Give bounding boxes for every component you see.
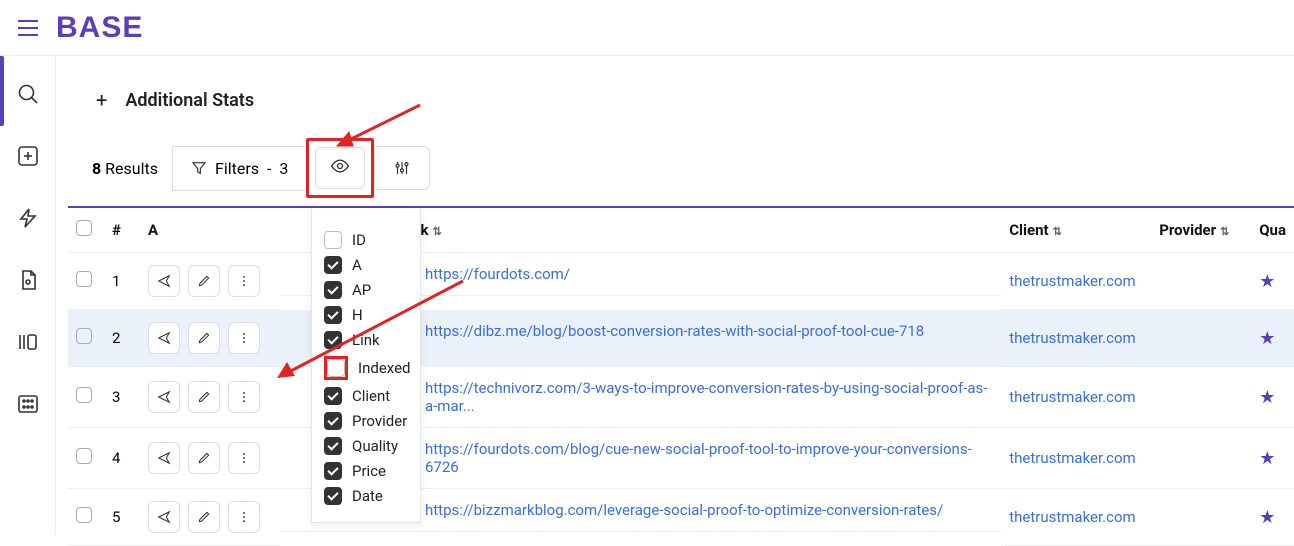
brand-logo: BASE: [56, 11, 143, 45]
row-client[interactable]: thetrustmaker.com: [1009, 508, 1135, 526]
option-label: Date: [352, 487, 383, 505]
star-icon[interactable]: ★: [1259, 507, 1275, 528]
row-link[interactable]: https://dibz.me/blog/boost-conversion-ra…: [425, 322, 924, 340]
option-label: A: [352, 256, 362, 274]
row-client[interactable]: thetrustmaker.com: [1009, 329, 1135, 347]
document-icon[interactable]: [14, 266, 42, 294]
table-row[interactable]: 1 https://fourdots.com/ thetrustmaker.co…: [68, 253, 1294, 310]
sidebar: [0, 56, 56, 535]
more-button[interactable]: [228, 381, 260, 413]
edit-button[interactable]: [188, 381, 220, 413]
row-number: 2: [104, 310, 140, 367]
option-checkbox[interactable]: [324, 437, 342, 455]
column-option[interactable]: Date: [324, 487, 408, 505]
column-option[interactable]: Quality: [324, 437, 408, 455]
option-checkbox[interactable]: [324, 412, 342, 430]
column-option[interactable]: A: [324, 256, 408, 274]
more-button[interactable]: [228, 442, 260, 474]
col-a[interactable]: A: [140, 208, 280, 253]
star-icon[interactable]: ★: [1259, 387, 1275, 408]
row-checkbox[interactable]: [76, 387, 92, 403]
send-button[interactable]: [148, 501, 180, 533]
annotation-arrow-2: [273, 276, 473, 390]
plus-icon: +: [96, 88, 107, 112]
edit-button[interactable]: [188, 265, 220, 297]
row-number: 1: [104, 253, 140, 310]
flash-icon[interactable]: [14, 204, 42, 232]
col-provider[interactable]: Provider⇅: [1151, 208, 1251, 253]
edit-button[interactable]: [188, 322, 220, 354]
send-button[interactable]: [148, 265, 180, 297]
table-row[interactable]: 2 https://dibz.me/blog/boost-conversion-…: [68, 310, 1294, 367]
column-option[interactable]: Provider: [324, 412, 408, 430]
edit-button[interactable]: [188, 501, 220, 533]
more-button[interactable]: [228, 322, 260, 354]
more-button[interactable]: [228, 265, 260, 297]
col-quality[interactable]: Qua: [1251, 208, 1294, 253]
select-all-checkbox[interactable]: [76, 220, 92, 236]
star-icon[interactable]: ★: [1259, 328, 1275, 349]
col-hash[interactable]: #: [104, 208, 140, 253]
send-button[interactable]: [148, 381, 180, 413]
option-label: Quality: [352, 437, 398, 455]
grid-icon[interactable]: [14, 390, 42, 418]
row-link[interactable]: https://bizzmarkblog.com/leverage-social…: [425, 501, 943, 519]
more-button[interactable]: [228, 501, 260, 533]
row-checkbox[interactable]: [76, 328, 92, 344]
search-icon[interactable]: [14, 80, 42, 108]
add-icon[interactable]: [14, 142, 42, 170]
row-checkbox[interactable]: [76, 448, 92, 464]
send-button[interactable]: [148, 442, 180, 474]
option-checkbox[interactable]: [324, 231, 342, 249]
option-checkbox[interactable]: [324, 487, 342, 505]
table-row[interactable]: 5 https://bizzmarkblog.com/leverage-soci…: [68, 489, 1294, 546]
table-row[interactable]: 4 https://fourdots.com/blog/cue-new-soci…: [68, 428, 1294, 489]
row-number: 5: [104, 489, 140, 546]
results-count: 8 Results: [78, 159, 172, 178]
option-label: Provider: [352, 412, 407, 430]
row-link[interactable]: https://fourdots.com/blog/cue-new-social…: [425, 440, 993, 476]
row-checkbox[interactable]: [76, 507, 92, 523]
row-number: 3: [104, 367, 140, 428]
edit-button[interactable]: [188, 442, 220, 474]
row-number: 4: [104, 428, 140, 489]
star-icon[interactable]: ★: [1259, 448, 1275, 469]
star-icon[interactable]: ★: [1259, 271, 1275, 292]
option-checkbox[interactable]: [324, 462, 342, 480]
menu-icon[interactable]: [18, 20, 38, 36]
option-label: Price: [352, 462, 386, 480]
column-option[interactable]: ID: [324, 231, 408, 249]
row-client[interactable]: thetrustmaker.com: [1009, 388, 1135, 406]
annotation-arrow-1: [335, 100, 435, 154]
row-checkbox[interactable]: [76, 271, 92, 287]
row-client[interactable]: thetrustmaker.com: [1009, 272, 1135, 290]
filters-button[interactable]: Filters - 3: [172, 146, 307, 191]
row-client[interactable]: thetrustmaker.com: [1009, 449, 1135, 467]
results-table: # A Link⇅ Client⇅ Provider⇅ Qua 1 https:…: [68, 208, 1294, 546]
columns-icon[interactable]: [14, 328, 42, 356]
additional-stats-toggle[interactable]: + Additional Stats: [96, 88, 1294, 112]
col-client[interactable]: Client⇅: [1001, 208, 1151, 253]
send-button[interactable]: [148, 322, 180, 354]
option-checkbox[interactable]: [324, 256, 342, 274]
option-label: ID: [352, 231, 366, 249]
column-option[interactable]: Price: [324, 462, 408, 480]
additional-stats-label: Additional Stats: [125, 90, 254, 111]
table-row[interactable]: 3 https://technivorz.com/3-ways-to-impro…: [68, 367, 1294, 428]
row-link[interactable]: https://technivorz.com/3-ways-to-improve…: [425, 379, 993, 415]
